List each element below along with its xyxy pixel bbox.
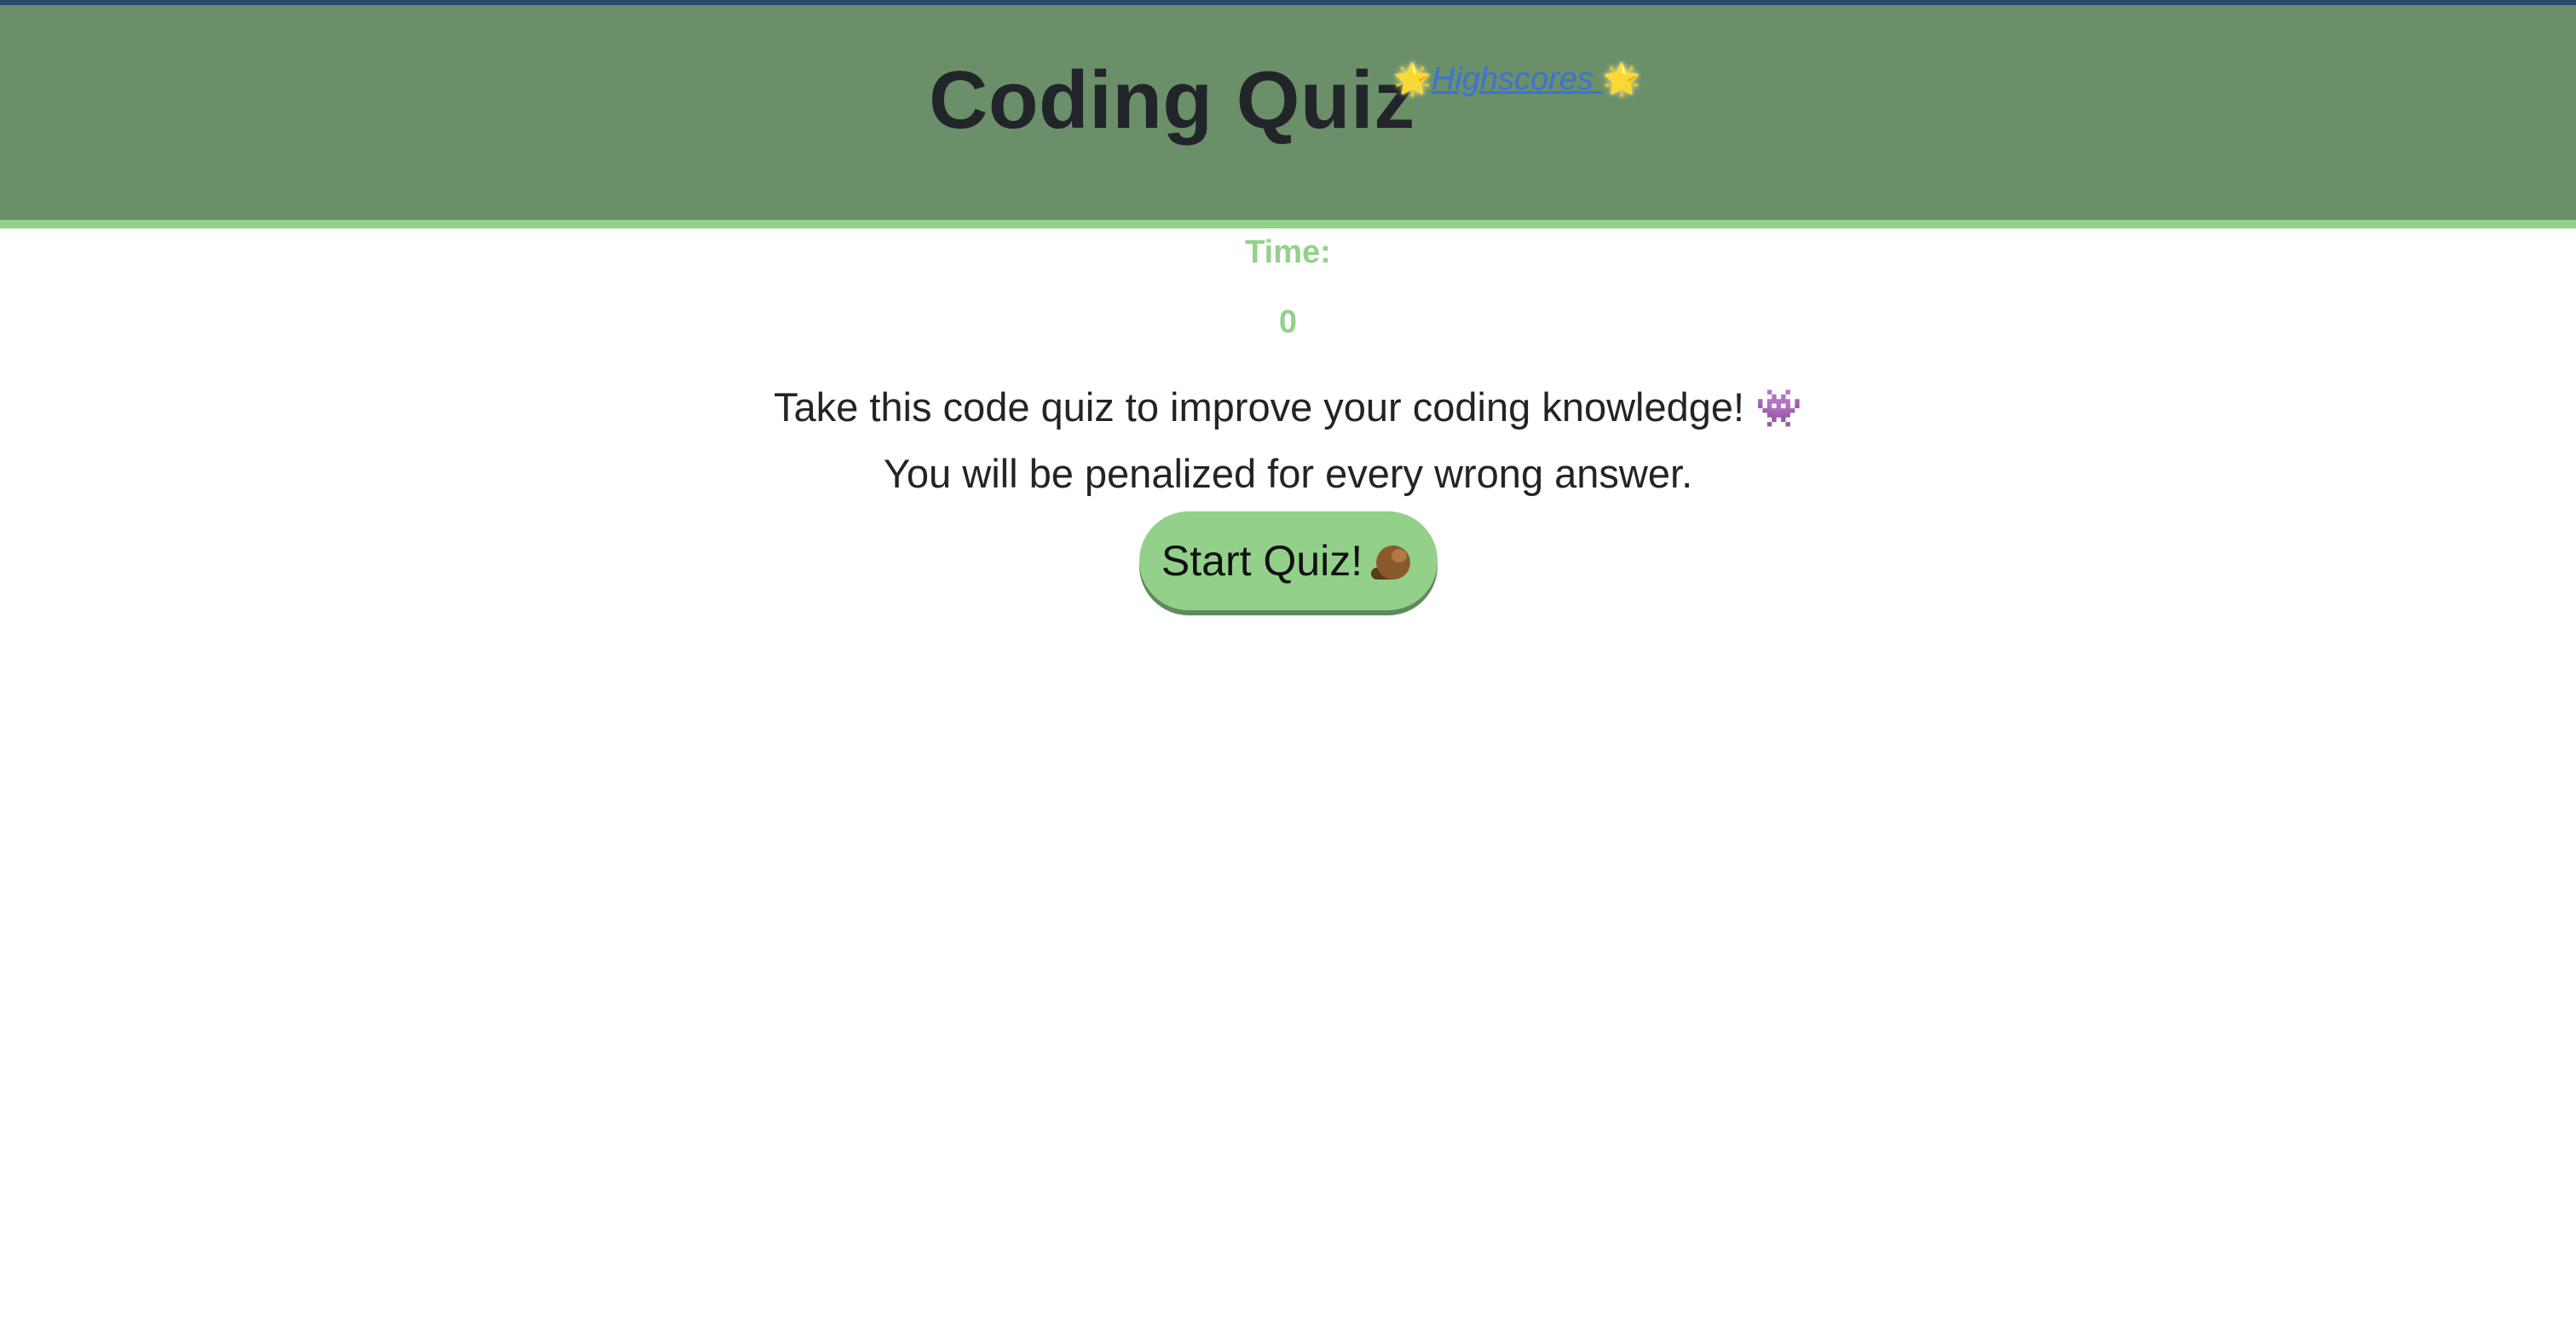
start-quiz-button[interactable]: Start Quiz! bbox=[1139, 511, 1438, 610]
page-title: Coding Quiz bbox=[929, 55, 1415, 146]
header-border bbox=[0, 220, 2576, 228]
intro-line-1-text: Take this code quiz to improve your codi… bbox=[774, 384, 1745, 430]
star-icon: 🌟 bbox=[1602, 61, 1641, 96]
intro-line-2: You will be penalized for every wrong an… bbox=[883, 451, 1693, 496]
timer-label: Time: bbox=[1245, 234, 1331, 270]
highscores-link-label: Highscores bbox=[1431, 61, 1593, 97]
intro-line-1: Take this code quiz to improve your codi… bbox=[0, 375, 2576, 441]
star-icon: 🌟 bbox=[1393, 61, 1432, 96]
intro-text: Take this code quiz to improve your codi… bbox=[0, 375, 2576, 506]
highscores-link[interactable]: 🌟Highscores 🌟 bbox=[1393, 63, 1640, 95]
start-quiz-button-label: Start Quiz! bbox=[1161, 537, 1363, 585]
beaver-icon bbox=[1371, 539, 1415, 583]
alien-monster-icon: 👾 bbox=[1755, 388, 1802, 430]
timer-value: 0 bbox=[1278, 304, 1298, 340]
